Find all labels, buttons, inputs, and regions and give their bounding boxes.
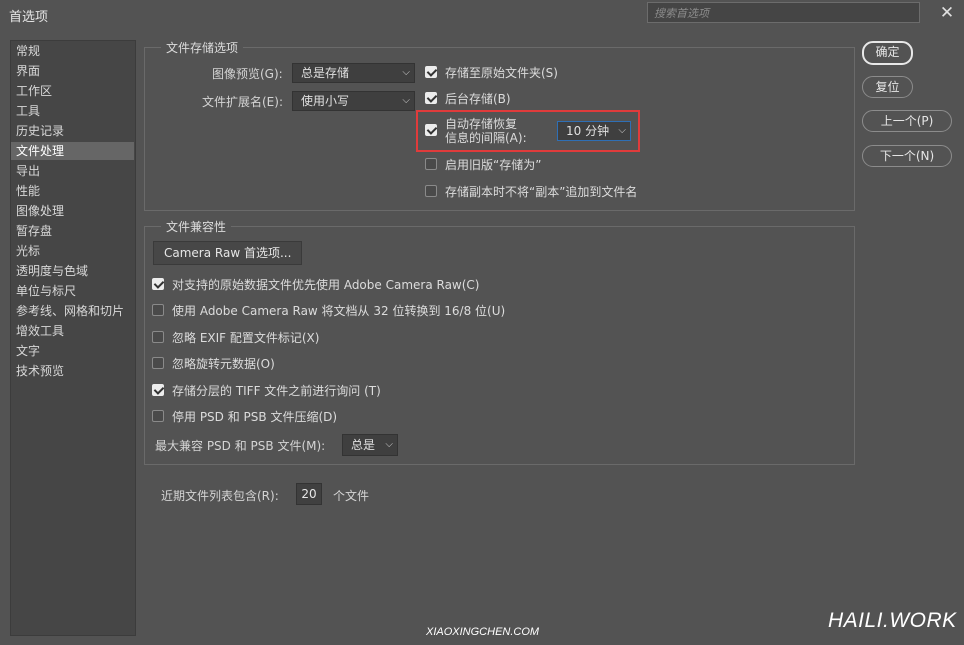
sidebar-item-transparency[interactable]: 透明度与色域 <box>11 262 134 280</box>
sidebar-item-performance[interactable]: 性能 <box>11 182 134 200</box>
sidebar-item-export[interactable]: 导出 <box>11 162 134 180</box>
sidebar-item-interface[interactable]: 界面 <box>11 62 134 80</box>
autosave-interval-select[interactable]: 10 分钟 ⌵ <box>557 121 631 141</box>
no-copy-suffix-checkbox[interactable] <box>425 185 437 197</box>
reset-button[interactable]: 复位 <box>862 76 913 98</box>
autosave-checkbox[interactable] <box>425 124 437 136</box>
sidebar: 常规 界面 工作区 工具 历史记录 文件处理 导出 性能 图像处理 暂存盘 光标… <box>10 40 136 636</box>
ignore-rotation-label: 忽略旋转元数据(O) <box>172 357 275 371</box>
site-watermark: XIAOXINGCHEN.COM <box>426 626 540 638</box>
sidebar-item-scratch-disks[interactable]: 暂存盘 <box>11 222 134 240</box>
sidebar-item-history[interactable]: 历史记录 <box>11 122 134 140</box>
max-compat-select[interactable]: 总是 ⌵ <box>342 434 398 456</box>
no-copy-suffix-label: 存储副本时不将“副本”追加到文件名 <box>445 185 638 199</box>
sidebar-item-file-handling[interactable]: 文件处理 <box>11 142 134 160</box>
autosave-label-line2: 信息的间隔(A): <box>445 131 527 145</box>
chevron-down-icon: ⌵ <box>402 67 410 78</box>
disable-psd-compression-label: 停用 PSD 和 PSB 文件压缩(D) <box>172 410 338 424</box>
legacy-save-as-label: 启用旧版“存储为” <box>445 158 542 172</box>
extension-value: 使用小写 <box>301 94 350 108</box>
compat-title: 文件兼容性 <box>161 218 232 235</box>
sidebar-item-plugins[interactable]: 增效工具 <box>11 322 134 340</box>
max-compat-label: 最大兼容 PSD 和 PSB 文件(M): <box>155 439 326 453</box>
prefer-camera-raw-checkbox[interactable] <box>152 278 164 290</box>
ask-tiff-layers-checkbox[interactable] <box>152 384 164 396</box>
sidebar-item-image-processing[interactable]: 图像处理 <box>11 202 134 220</box>
sidebar-item-tools[interactable]: 工具 <box>11 102 134 120</box>
window-title: 首选项 <box>9 10 49 25</box>
prefer-camera-raw-label: 对支持的原始数据文件优先使用 Adobe Camera Raw(C) <box>172 278 480 292</box>
search-input[interactable]: 搜索首选项 <box>647 2 920 23</box>
search-placeholder: 搜索首选项 <box>654 7 709 20</box>
convert-32bit-checkbox[interactable] <box>152 304 164 316</box>
ignore-rotation-checkbox[interactable] <box>152 357 164 369</box>
save-to-original-label: 存储至原始文件夹(S) <box>445 66 558 80</box>
sidebar-item-units[interactable]: 单位与标尺 <box>11 282 134 300</box>
file-save-title: 文件存储选项 <box>161 39 244 56</box>
max-compat-value: 总是 <box>351 438 376 452</box>
image-preview-value: 总是存储 <box>301 66 350 80</box>
brand-watermark: HAILI.WORK <box>828 609 957 632</box>
autosave-interval-value: 10 分钟 <box>566 124 610 138</box>
sidebar-item-type[interactable]: 文字 <box>11 342 134 360</box>
next-button[interactable]: 下一个(N) <box>862 145 952 167</box>
image-preview-label: 图像预览(G): <box>212 67 283 81</box>
background-save-label: 后台存储(B) <box>445 92 511 106</box>
close-icon[interactable]: ✕ <box>936 2 958 24</box>
sidebar-item-workspace[interactable]: 工作区 <box>11 82 134 100</box>
disable-psd-compression-checkbox[interactable] <box>152 410 164 422</box>
ok-button[interactable]: 确定 <box>862 41 913 65</box>
sidebar-item-general[interactable]: 常规 <box>11 42 134 60</box>
extension-select[interactable]: 使用小写 ⌵ <box>292 91 415 111</box>
ignore-exif-checkbox[interactable] <box>152 331 164 343</box>
prev-button[interactable]: 上一个(P) <box>862 110 952 132</box>
camera-raw-prefs-button[interactable]: Camera Raw 首选项... <box>153 241 302 265</box>
convert-32bit-label: 使用 Adobe Camera Raw 将文档从 32 位转换到 16/8 位(… <box>172 304 506 318</box>
sidebar-item-guides[interactable]: 参考线、网格和切片 <box>11 302 134 320</box>
recent-files-count-input[interactable]: 20 <box>296 483 322 505</box>
background-save-checkbox[interactable] <box>425 92 437 104</box>
ask-tiff-layers-label: 存储分层的 TIFF 文件之前进行询问 (T) <box>172 384 381 398</box>
sidebar-item-cursors[interactable]: 光标 <box>11 242 134 260</box>
chevron-down-icon: ⌵ <box>385 439 393 450</box>
recent-files-suffix: 个文件 <box>333 489 370 503</box>
extension-label: 文件扩展名(E): <box>202 95 283 109</box>
image-preview-select[interactable]: 总是存储 ⌵ <box>292 63 415 83</box>
chevron-down-icon: ⌵ <box>618 125 626 136</box>
chevron-down-icon: ⌵ <box>402 95 410 106</box>
sidebar-item-tech-preview[interactable]: 技术预览 <box>11 362 134 380</box>
save-to-original-checkbox[interactable] <box>425 66 437 78</box>
ignore-exif-label: 忽略 EXIF 配置文件标记(X) <box>172 331 320 345</box>
legacy-save-as-checkbox[interactable] <box>425 158 437 170</box>
recent-files-label: 近期文件列表包含(R): <box>161 489 279 503</box>
